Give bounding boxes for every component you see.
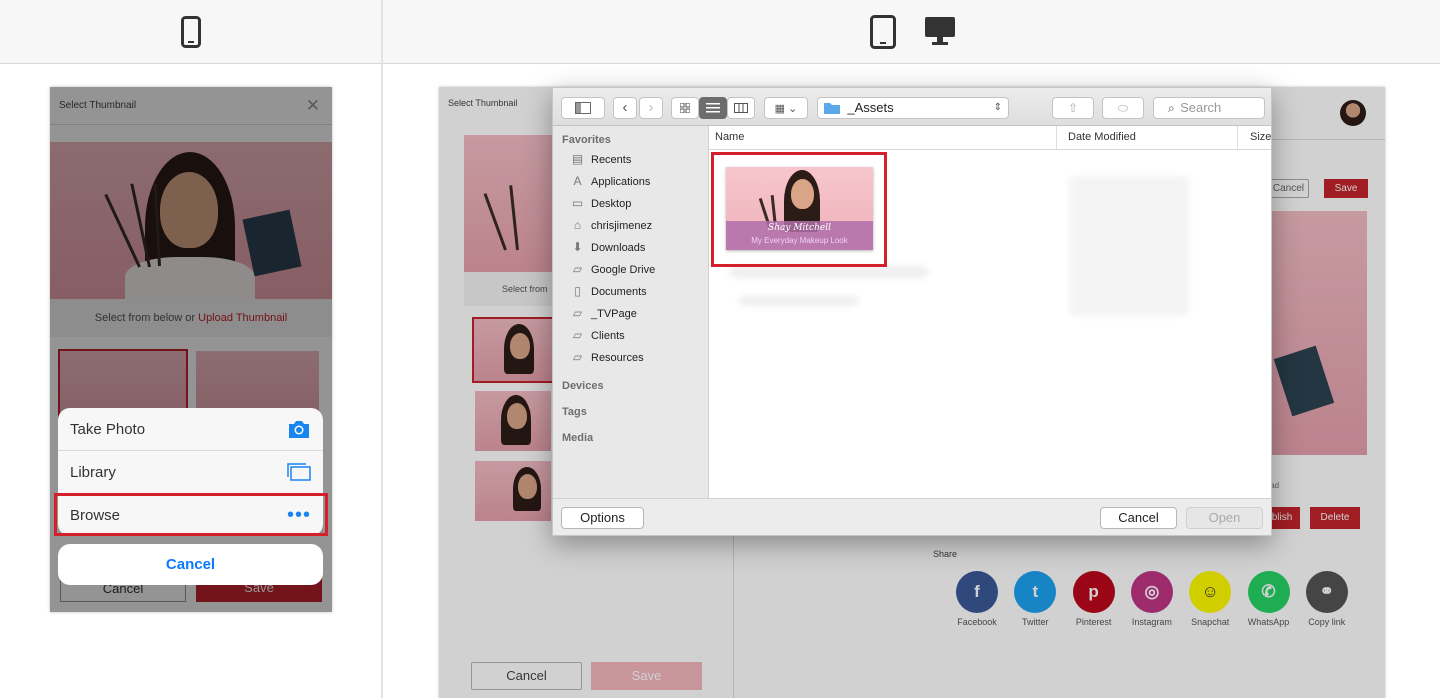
folder-icon: ▱ — [572, 262, 583, 276]
panel-divider — [381, 0, 383, 698]
tags-heading: Tags — [562, 406, 587, 418]
phone-icon[interactable] — [181, 16, 201, 53]
sidebar-item-label: Documents — [591, 286, 647, 298]
search-icon: ⌕ — [1168, 101, 1175, 115]
folder-icon — [824, 103, 840, 114]
sidebar-item-tvpage[interactable]: ▱ _TVPage — [570, 306, 637, 320]
list-view-button[interactable] — [699, 97, 727, 119]
sidebar-item-recents[interactable]: ▤ Recents — [570, 152, 632, 166]
options-button[interactable]: Options — [561, 507, 644, 529]
back-button[interactable]: ‹ — [613, 97, 637, 119]
folder-name: _Assets — [847, 100, 894, 115]
arrange-button[interactable]: ▦ ⌄ — [764, 97, 808, 119]
icon-view-button[interactable] — [671, 97, 699, 119]
tablet-icon[interactable] — [870, 15, 896, 54]
sidebar-item-label: Resources — [591, 352, 644, 364]
search-placeholder: Search — [1180, 100, 1222, 115]
list-icon — [706, 103, 720, 113]
dialog-footer: Options Cancel Open — [553, 498, 1271, 535]
grid-icon — [679, 102, 691, 114]
folder-icon: ▱ — [572, 328, 583, 342]
downloads-icon: ⬇ — [572, 240, 583, 254]
sidebar-item-documents[interactable]: ▯ Documents — [570, 284, 647, 298]
take-photo-label: Take Photo — [70, 421, 146, 438]
library-label: Library — [70, 464, 116, 481]
sidebar-item-resources[interactable]: ▱ Resources — [570, 350, 644, 364]
sidebar-item-label: Applications — [591, 176, 651, 188]
sidebar-icon — [575, 102, 591, 114]
open-button[interactable]: Open — [1186, 507, 1263, 529]
sidebar-item-label: Clients — [591, 330, 625, 342]
take-photo-option[interactable]: Take Photo — [58, 408, 323, 451]
library-option[interactable]: Library — [58, 451, 323, 494]
dialog-cancel-button[interactable]: Cancel — [1100, 507, 1177, 529]
media-heading: Media — [562, 432, 594, 444]
sheet-cancel-button[interactable]: Cancel — [58, 544, 323, 585]
updown-icon: ⇕ — [993, 102, 1002, 113]
sidebar-item-google-drive[interactable]: ▱ Google Drive — [570, 262, 655, 276]
column-divider — [1056, 126, 1057, 150]
sidebar-item-label: chrisjimenez — [591, 220, 653, 232]
forward-button[interactable]: › — [639, 97, 663, 119]
applications-icon: A — [573, 174, 582, 188]
file-title-script: Shay Mitchell — [768, 223, 831, 233]
columns-icon — [734, 103, 748, 113]
sidebar-item-downloads[interactable]: ⬇ Downloads — [570, 240, 645, 254]
browse-highlight — [54, 493, 328, 536]
dialog-toolbar: ‹ › ▦ ⌄ _Assets ⇕ ⇧ ⬭ ⌕ Search — [553, 88, 1271, 126]
sidebar-item-chrisjimenez[interactable]: ⌂ chrisjimenez — [570, 218, 652, 232]
size-column[interactable]: Size — [1250, 131, 1271, 143]
favorites-heading: Favorites — [562, 134, 611, 146]
file-open-dialog: ‹ › ▦ ⌄ _Assets ⇕ ⇧ ⬭ ⌕ Search Favorites… — [552, 87, 1272, 536]
file-list: Name Date Modified Size Shay Mitchell My… — [709, 126, 1271, 498]
column-divider — [1237, 126, 1238, 150]
file-item[interactable]: Shay Mitchell My Everyday Makeup Look — [711, 152, 887, 267]
arrange-icon: ▦ ⌄ — [774, 103, 798, 115]
date-modified-column[interactable]: Date Modified — [1068, 131, 1136, 143]
tag-button[interactable]: ⬭ — [1102, 97, 1144, 119]
device-toolbar — [0, 0, 1440, 64]
sidebar-item-label: Google Drive — [591, 264, 656, 276]
blurred-row — [1069, 176, 1189, 316]
blurred-row — [729, 266, 929, 278]
column-header: Name Date Modified Size — [709, 126, 1271, 150]
home-icon: ⌂ — [573, 218, 582, 232]
sidebar-item-desktop[interactable]: ▭ Desktop — [570, 196, 632, 210]
folder-icon: ▱ — [572, 350, 583, 364]
name-column[interactable]: Name — [715, 131, 744, 143]
sidebar-item-clients[interactable]: ▱ Clients — [570, 328, 625, 342]
finder-sidebar: Favorites ▤ Recents A Applications ▭ Desktop ⌂… — [553, 126, 709, 498]
documents-icon: ▯ — [574, 284, 581, 298]
sidebar-item-applications[interactable]: A Applications — [570, 174, 650, 188]
share-button[interactable]: ⇧ — [1052, 97, 1094, 119]
devices-heading: Devices — [562, 380, 604, 392]
sidebar-item-label: Downloads — [591, 242, 646, 254]
search-input[interactable]: ⌕ Search — [1153, 97, 1265, 119]
file-thumbnail: Shay Mitchell My Everyday Makeup Look — [726, 167, 873, 250]
desktop-folder-icon: ▭ — [571, 196, 584, 210]
blurred-row — [739, 296, 859, 306]
sidebar-toggle-button[interactable] — [561, 97, 605, 119]
sidebar-item-label: Desktop — [591, 198, 632, 210]
camera-icon — [287, 419, 311, 443]
library-icon — [287, 463, 311, 485]
column-view-button[interactable] — [727, 97, 755, 119]
desktop-icon[interactable] — [925, 17, 955, 50]
folder-select[interactable]: _Assets ⇕ — [817, 97, 1009, 119]
folder-icon: ▱ — [572, 306, 583, 320]
file-subtitle: My Everyday Makeup Look — [751, 236, 848, 245]
sidebar-item-label: _TVPage — [591, 308, 637, 320]
recents-icon: ▤ — [571, 152, 584, 166]
sidebar-item-label: Recents — [591, 154, 632, 166]
